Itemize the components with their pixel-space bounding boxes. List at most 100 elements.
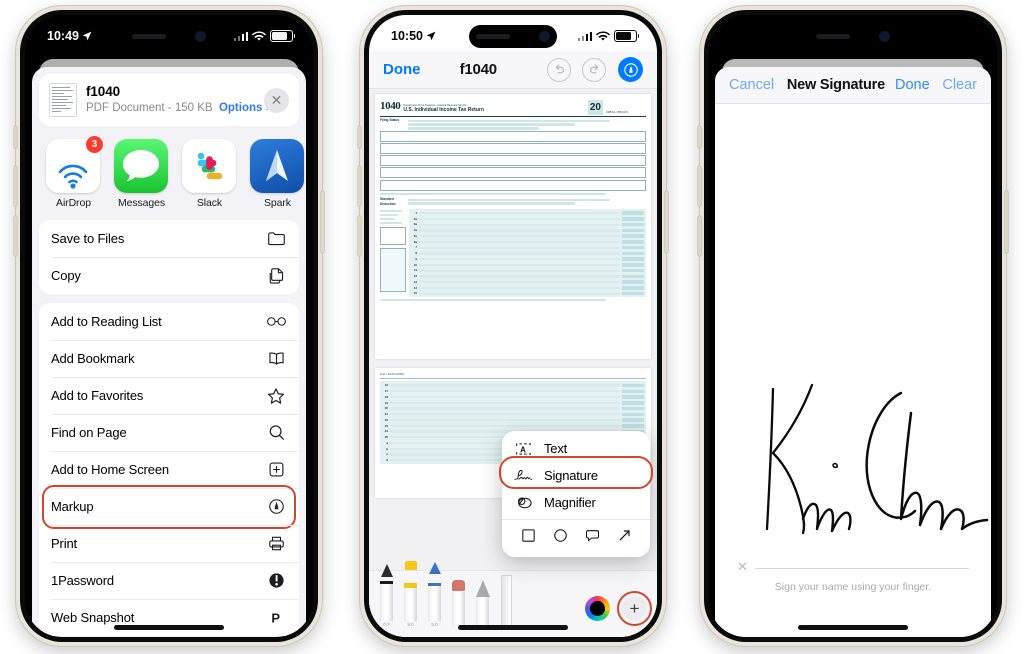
signature-canvas[interactable]: ✕ Sign your name using your finger. — [715, 104, 991, 637]
add-button-highlight-ring — [617, 591, 652, 626]
menu-item-signature[interactable]: Signature — [502, 462, 650, 489]
power-button[interactable] — [1005, 191, 1008, 253]
add-annotation-button[interactable]: + — [617, 591, 652, 626]
markup-nav-bar: Done f1040 — [369, 51, 657, 89]
home-indicator[interactable] — [114, 625, 224, 630]
new-signature-sheet: Cancel New Signature Done Clear ✕ Sign y… — [715, 67, 991, 637]
screenshot-stage: 10:49 f1040 PDF Document - 150 KB Option… — [0, 0, 1024, 654]
share-row-copy[interactable]: Copy — [39, 257, 299, 294]
row-label: Print — [51, 536, 77, 551]
plus-square-icon — [265, 459, 287, 481]
pen-tool-icon[interactable]: 0.7 — [379, 564, 394, 627]
highlighter-tool-icon[interactable]: 9.0 — [403, 561, 418, 627]
mute-switch[interactable] — [358, 126, 361, 148]
row-label: Add to Home Screen — [51, 462, 169, 477]
color-wheel-icon[interactable] — [585, 596, 610, 621]
redo-icon[interactable] — [582, 57, 606, 82]
web-snapshot-icon: P — [265, 607, 287, 629]
markup-pen-icon[interactable] — [618, 57, 643, 82]
share-apps-row[interactable]: 3 AirDrop Messages Slack Spark — [32, 126, 306, 220]
spark-icon — [250, 139, 304, 193]
home-indicator[interactable] — [798, 625, 908, 630]
document-title: f1040 — [86, 83, 121, 99]
volume-up-button[interactable] — [14, 166, 17, 206]
battery-icon — [614, 29, 640, 43]
standard-deduction-block: Standard Deduction — [380, 197, 646, 207]
phone-left-share-sheet: 10:49 f1040 PDF Document - 150 KB Option… — [14, 6, 324, 646]
share-row-markup[interactable]: Markup — [39, 485, 299, 529]
status-time: 10:49 — [47, 29, 79, 43]
magnifier-icon — [514, 495, 533, 511]
airdrop-badge: 3 — [85, 135, 104, 154]
markup-add-menu[interactable]: A Text Signature Magnifier — [499, 431, 653, 557]
share-row-find-on-page[interactable]: Find on Page — [39, 414, 299, 451]
cancel-button[interactable]: Cancel — [729, 77, 774, 93]
share-row-add-bookmark[interactable]: Add Bookmark — [39, 340, 299, 377]
page-title: f1040 — [459, 61, 498, 78]
power-button[interactable] — [321, 191, 324, 253]
document-subtitle-row: PDF Document - 150 KB Options › — [86, 101, 269, 117]
marker-tool-icon[interactable]: 5.0 — [427, 562, 442, 627]
share-row-web-snapshot[interactable]: Web Snapshot P — [39, 599, 299, 636]
share-app-messages[interactable]: Messages — [114, 139, 169, 209]
signature-baseline — [755, 568, 969, 569]
clear-button[interactable]: Clear — [942, 77, 977, 93]
share-row-print[interactable]: Print — [39, 525, 299, 562]
palette-right-controls[interactable]: + — [585, 591, 652, 626]
speech-bubble-shape-icon[interactable] — [585, 528, 600, 548]
status-right — [577, 29, 640, 43]
square-shape-icon[interactable] — [521, 528, 536, 548]
form-field-row[interactable] — [380, 130, 646, 142]
undo-icon[interactable] — [547, 57, 571, 82]
menu-shapes-row[interactable] — [502, 523, 650, 553]
share-app-label: AirDrop — [56, 197, 91, 209]
home-indicator[interactable] — [458, 625, 568, 630]
done-button[interactable]: Done — [895, 77, 930, 93]
page-title: New Signature — [786, 77, 885, 93]
share-row-add-to-reading-list[interactable]: Add to Reading List — [39, 303, 299, 340]
volume-up-button[interactable] — [698, 166, 701, 206]
form-number: 1040 — [380, 100, 401, 112]
standard-deduction-label: Standard Deduction — [380, 197, 396, 206]
power-button[interactable] — [665, 191, 668, 253]
ruler-tool-icon[interactable] — [499, 575, 514, 627]
volume-up-button[interactable] — [358, 166, 361, 206]
form-field-row[interactable] — [380, 167, 646, 179]
share-row-save-to-files[interactable]: Save to Files — [39, 220, 299, 257]
eraser-tool-icon[interactable] — [451, 580, 466, 627]
markup-pen-icon — [265, 496, 287, 518]
lasso-tool-icon[interactable] — [475, 580, 490, 627]
row-label: Save to Files — [51, 231, 125, 246]
row-label: Add Bookmark — [51, 351, 135, 366]
volume-down-button[interactable] — [358, 216, 361, 256]
mute-switch[interactable] — [14, 126, 17, 148]
copy-icon — [265, 265, 287, 287]
volume-down-button[interactable] — [698, 216, 701, 256]
circle-shape-icon[interactable] — [553, 528, 568, 548]
form-body: 1 2a 3a 4a 5a 6a 7 8 9 10 11 12 13 14 15 — [380, 208, 646, 297]
form-field-row[interactable] — [380, 143, 646, 155]
search-icon — [265, 422, 287, 444]
share-app-slack[interactable]: Slack — [182, 139, 237, 209]
share-row-add-to-favorites[interactable]: Add to Favorites — [39, 377, 299, 414]
dynamic-island — [469, 25, 557, 48]
messages-icon — [114, 139, 168, 193]
done-button[interactable]: Done — [383, 61, 421, 78]
arrow-shape-icon[interactable] — [617, 528, 632, 548]
form-header: 1040 Department of the Treasury—Internal… — [380, 98, 646, 117]
share-app-spark[interactable]: Spark — [250, 139, 305, 209]
mute-switch[interactable] — [698, 126, 701, 148]
pdf-page-1: 1040 Department of the Treasury—Internal… — [375, 94, 651, 359]
menu-item-magnifier[interactable]: Magnifier — [502, 489, 650, 516]
volume-down-button[interactable] — [14, 216, 17, 256]
share-row-add-to-home-screen[interactable]: Add to Home Screen — [39, 451, 299, 488]
front-camera-icon — [539, 31, 550, 42]
share-row-1password[interactable]: 1Password — [39, 562, 299, 599]
options-button[interactable]: Options — [219, 102, 262, 114]
close-button[interactable]: ✕ — [264, 87, 289, 113]
form-field-row[interactable] — [380, 155, 646, 167]
menu-item-text[interactable]: A Text — [502, 435, 650, 462]
form-field-row[interactable] — [380, 179, 646, 191]
share-app-airdrop[interactable]: 3 AirDrop — [46, 135, 104, 209]
form-title: U.S. Individual Income Tax Return — [403, 107, 484, 113]
